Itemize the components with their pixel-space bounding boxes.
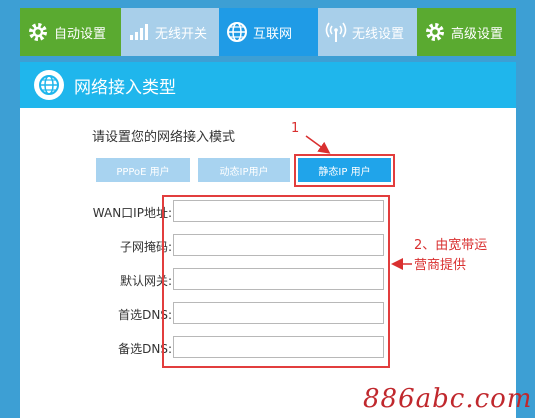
arrow-to-static-ip — [305, 135, 331, 154]
watermark: 886abc.com — [363, 384, 533, 414]
annotation-arrows — [305, 135, 412, 270]
